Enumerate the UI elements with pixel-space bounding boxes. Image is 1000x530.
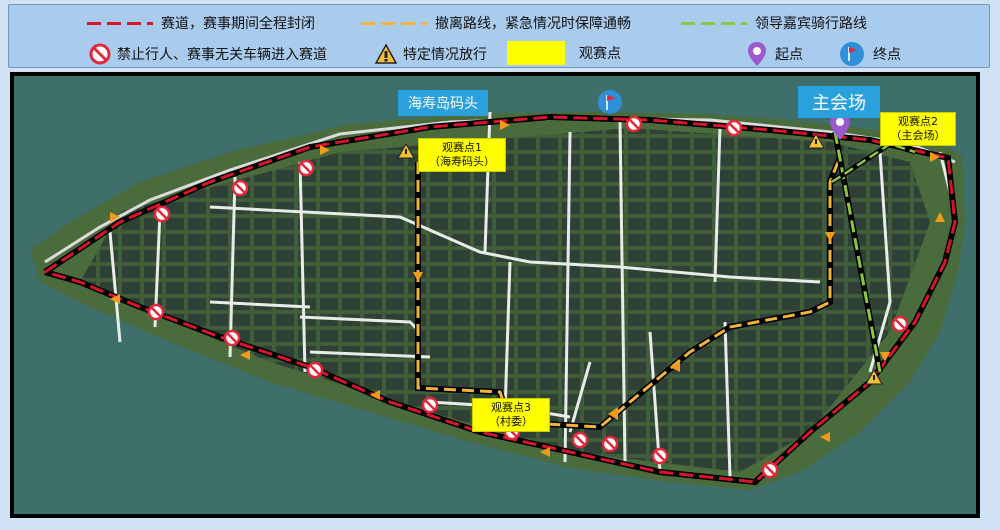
legend-vip-route: 领导嘉宾骑行路线 [681, 13, 867, 33]
no-entry-icon [223, 329, 241, 347]
spot3-title: 观赛点3 [491, 401, 531, 414]
spot2-title: 观赛点2 [898, 115, 938, 128]
legend-special-pass: 特定情况放行 [375, 43, 487, 65]
start-pin-icon [748, 42, 766, 66]
spot1-title: 观赛点1 [442, 141, 482, 154]
legend-spectator: 观赛点 [507, 41, 621, 65]
no-entry-icon [725, 119, 743, 137]
no-entry-icon [306, 361, 324, 379]
no-entry-icon [571, 431, 589, 449]
warning-icon [375, 43, 397, 64]
legend-start-text: 起点 [775, 47, 803, 63]
spot2-subtitle: （主会场） [890, 129, 946, 142]
legend-vip-route-text: 领导嘉宾骑行路线 [755, 16, 867, 32]
race-route-swatch [87, 22, 153, 25]
legend-evac-route: 撤离路线，紧急情况时保障通畅 [361, 13, 631, 33]
no-entry-icon [625, 115, 643, 133]
no-entry-icon [231, 179, 249, 197]
legend-spectator-text: 观赛点 [579, 46, 621, 62]
no-entry-icon [297, 159, 315, 177]
legend-panel: 赛道，赛事期间全程封闭 撤离路线，紧急情况时保障通畅 领导嘉宾骑行路线 禁止行人… [8, 4, 990, 68]
no-entry-icon [761, 461, 779, 479]
spot1-subtitle: （海寿码头） [429, 155, 495, 168]
legend-no-entry-text: 禁止行人、赛事无关车辆进入赛道 [117, 47, 327, 63]
spectator-swatch [507, 41, 565, 65]
no-entry-icon [89, 43, 111, 65]
legend-start: 起点 [747, 41, 803, 67]
island-map: 海寿岛码头 主会场 观赛点1 （海寿码头） 观赛点2 （主会场） 观赛点3 （村… [10, 72, 980, 518]
legend-no-entry: 禁止行人、赛事无关车辆进入赛道 [89, 43, 327, 65]
finish-flag-icon [598, 90, 622, 114]
no-entry-icon [153, 205, 171, 223]
legend-finish: 终点 [839, 41, 901, 67]
legend-special-pass-text: 特定情况放行 [403, 47, 487, 63]
finish-flag-icon [840, 42, 864, 66]
legend-finish-text: 终点 [873, 47, 901, 63]
no-entry-icon [891, 315, 909, 333]
no-entry-icon [651, 447, 669, 465]
vip-route-swatch [681, 22, 747, 25]
legend-race-route-text: 赛道，赛事期间全程封闭 [161, 16, 315, 32]
no-entry-icon [421, 396, 439, 414]
dock-label: 海寿岛码头 [398, 90, 488, 116]
spectator-spot-3: 观赛点3 （村委） [472, 398, 550, 432]
spot3-subtitle: （村委） [489, 415, 533, 428]
legend-race-route: 赛道，赛事期间全程封闭 [87, 13, 315, 33]
main-venue-label: 主会场 [798, 86, 880, 118]
spectator-spot-1: 观赛点1 （海寿码头） [418, 138, 506, 172]
legend-evac-route-text: 撤离路线，紧急情况时保障通畅 [435, 16, 631, 32]
evac-route-swatch [361, 22, 427, 25]
no-entry-icon [147, 303, 165, 321]
no-entry-icon [601, 435, 619, 453]
spectator-spot-2: 观赛点2 （主会场） [880, 112, 956, 146]
